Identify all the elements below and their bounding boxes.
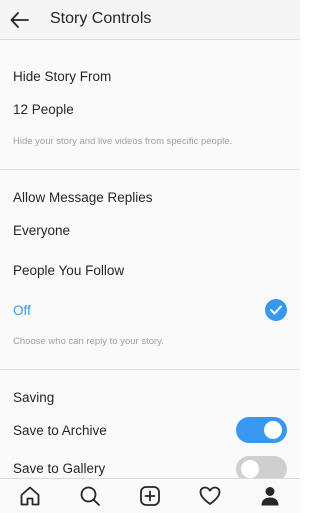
selected-check-icon[interactable]	[265, 299, 287, 321]
save-to-archive-label: Save to Archive	[13, 423, 107, 438]
save-to-gallery-label: Save to Gallery	[13, 461, 106, 476]
saving-heading: Saving	[13, 390, 55, 405]
top-bar: Story Controls	[0, 0, 300, 40]
bottom-tab-bar	[0, 478, 300, 513]
saving-section: Saving Save to Archive Save to Gallery	[0, 370, 300, 482]
reply-option-everyone[interactable]: Everyone	[13, 223, 70, 238]
reply-option-people-you-follow[interactable]: People You Follow	[13, 263, 124, 278]
hide-story-hint: Hide your story and live videos from spe…	[13, 136, 233, 147]
message-replies-hint: Choose who can reply to your story.	[13, 336, 164, 347]
reply-option-off[interactable]: Off	[13, 303, 31, 318]
hide-story-section: Hide Story From 12 People Hide your stor…	[0, 40, 300, 170]
heart-icon[interactable]	[198, 484, 222, 508]
toggle-knob	[264, 421, 282, 439]
add-post-icon[interactable]	[138, 484, 162, 508]
toggle-knob	[241, 460, 259, 478]
save-to-archive-toggle[interactable]	[236, 417, 287, 443]
back-arrow-icon[interactable]	[8, 8, 32, 32]
home-icon[interactable]	[18, 484, 42, 508]
message-replies-section: Allow Message Replies Everyone People Yo…	[0, 170, 300, 370]
hide-story-people[interactable]: 12 People	[13, 102, 74, 117]
profile-icon[interactable]	[258, 484, 282, 508]
message-replies-heading: Allow Message Replies	[13, 190, 153, 205]
hide-story-heading: Hide Story From	[13, 69, 112, 84]
page-title: Story Controls	[50, 10, 152, 27]
search-icon[interactable]	[78, 484, 102, 508]
